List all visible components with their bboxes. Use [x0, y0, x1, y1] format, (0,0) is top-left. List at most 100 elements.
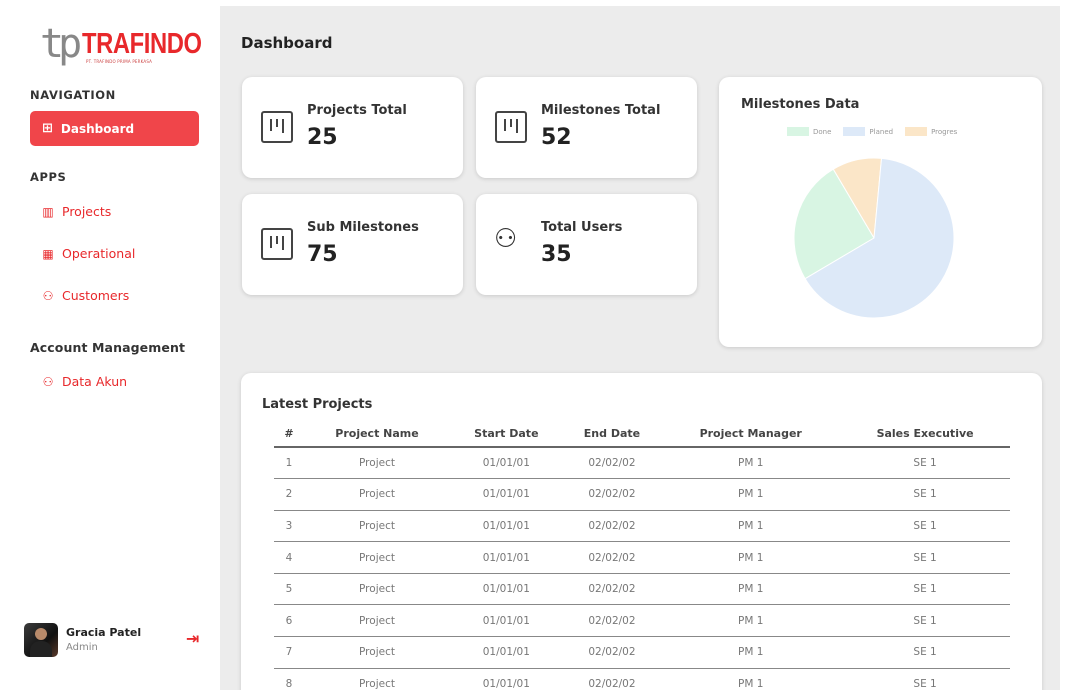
table-cell: 2 — [274, 478, 304, 511]
stat-card-milestones-total[interactable]: Milestones Total 52 — [476, 77, 697, 178]
stat-value: 25 — [307, 125, 338, 150]
logout-icon[interactable]: ⇥ — [186, 629, 199, 648]
stat-label: Projects Total — [307, 103, 407, 118]
stat-value: 52 — [541, 125, 572, 150]
sidebar-item-label: Customers — [62, 288, 130, 303]
column-header[interactable]: End Date — [562, 421, 662, 448]
table-cell: SE 1 — [840, 604, 1010, 638]
grid-icon: ⊞ — [42, 121, 53, 136]
table-cell: 01/01/01 — [450, 541, 563, 574]
account-section-title: Account Management — [30, 340, 186, 355]
table-cell: PM 1 — [661, 510, 841, 543]
table-cell: SE 1 — [840, 541, 1010, 574]
sidebar-item-projects[interactable]: ▥ Projects — [41, 204, 111, 219]
table-cell: SE 1 — [840, 668, 1010, 690]
table-cell: 02/02/02 — [562, 636, 662, 669]
table-cell: 02/02/02 — [562, 573, 662, 606]
sidebar-item-dashboard[interactable]: ⊞ Dashboard — [30, 111, 199, 146]
table-cell: 3 — [274, 510, 304, 543]
sidebar-item-operational[interactable]: ▦ Operational — [41, 246, 135, 261]
sidebar-item-label: Dashboard — [60, 121, 135, 136]
table-row[interactable]: 4 Project 01/01/01 02/02/02 PM 1 SE 1 — [274, 541, 1010, 574]
table-cell: 02/02/02 — [562, 447, 662, 480]
table-cell: SE 1 — [840, 636, 1010, 669]
sidebar-item-data-akun[interactable]: ⚇ Data Akun — [41, 374, 127, 389]
users-icon: ⚇ — [494, 224, 518, 254]
milestones-chart-card: Milestones Data Done Planed Progres — [719, 77, 1042, 347]
table-cell: Project — [304, 478, 450, 511]
table-cell: PM 1 — [661, 541, 841, 574]
table-cell: 5 — [274, 573, 304, 606]
table-cell: 8 — [274, 668, 304, 690]
table-cell: 1 — [274, 447, 304, 480]
stat-card-projects-total[interactable]: Projects Total 25 — [242, 77, 463, 178]
table-cell: PM 1 — [661, 636, 841, 669]
table-cell: 01/01/01 — [450, 573, 563, 606]
table-cell: Project — [304, 510, 450, 543]
table-row[interactable]: 3 Project 01/01/01 02/02/02 PM 1 SE 1 — [274, 510, 1010, 543]
board-icon: ▥ — [42, 204, 54, 219]
table-row[interactable]: 1 Project 01/01/01 02/02/02 PM 1 SE 1 — [274, 447, 1010, 480]
stat-card-sub-milestones[interactable]: Sub Milestones 75 — [242, 194, 463, 295]
table-cell: 02/02/02 — [562, 668, 662, 690]
column-header[interactable]: Project Name — [304, 421, 450, 448]
stat-card-total-users[interactable]: ⚇ Total Users 35 — [476, 194, 697, 295]
table-cell: Project — [304, 668, 450, 690]
table-cell: Project — [304, 604, 450, 638]
sidebar-item-label: Projects — [62, 204, 112, 219]
stat-label: Total Users — [541, 220, 623, 235]
sidebar-item-customers[interactable]: ⚇ Customers — [41, 288, 130, 303]
user-profile: Gracia Patel Admin ⇥ — [24, 623, 214, 663]
table-cell: Project — [304, 447, 450, 480]
table-row[interactable]: 5 Project 01/01/01 02/02/02 PM 1 SE 1 — [274, 573, 1010, 606]
board-icon — [261, 111, 293, 143]
stat-value: 35 — [541, 242, 572, 267]
legend-item-planed[interactable]: Planed — [843, 127, 893, 136]
table-cell: PM 1 — [661, 447, 841, 480]
table-cell: 01/01/01 — [450, 447, 563, 480]
pie-chart — [793, 157, 955, 319]
table-title: Latest Projects — [262, 397, 373, 412]
main-content: Dashboard Projects Total 25 Milestones T… — [220, 6, 1060, 690]
table-cell: 01/01/01 — [450, 604, 563, 638]
column-header[interactable]: Project Manager — [661, 421, 841, 448]
table-cell: 01/01/01 — [450, 636, 563, 669]
table-cell: 02/02/02 — [562, 604, 662, 638]
stat-label: Sub Milestones — [307, 220, 419, 235]
legend-label: Progres — [931, 127, 958, 136]
column-header[interactable]: Sales Executive — [840, 421, 1010, 448]
table-cell: PM 1 — [661, 573, 841, 606]
legend-item-done[interactable]: Done — [787, 127, 831, 136]
users-icon: ⚇ — [42, 288, 54, 303]
company-logo[interactable]: tp TRAFINDO PT. TRAFINDO PRIMA PERKASA — [40, 21, 202, 68]
sidebar: tp TRAFINDO PT. TRAFINDO PRIMA PERKASA N… — [10, 6, 218, 690]
logo-mark: tp — [40, 21, 82, 67]
table-cell: SE 1 — [840, 573, 1010, 606]
table-cell: Project — [304, 573, 450, 606]
sidebar-item-label: Data Akun — [62, 374, 128, 389]
chart-legend: Done Planed Progres — [787, 127, 963, 136]
table-cell: 4 — [274, 541, 304, 574]
table-row[interactable]: 8 Project 01/01/01 02/02/02 PM 1 SE 1 — [274, 668, 1010, 690]
table-cell: PM 1 — [661, 478, 841, 511]
table-row[interactable]: 6 Project 01/01/01 02/02/02 PM 1 SE 1 — [274, 604, 1010, 638]
table-cell: 01/01/01 — [450, 510, 563, 543]
apps-section-title: APPS — [30, 170, 67, 184]
table-row[interactable]: 2 Project 01/01/01 02/02/02 PM 1 SE 1 — [274, 478, 1010, 511]
table-cell: PM 1 — [661, 668, 841, 690]
column-header[interactable]: # — [274, 421, 304, 448]
latest-projects-card: Latest Projects # Project Name Start Dat… — [241, 373, 1042, 690]
table-cell: 7 — [274, 636, 304, 669]
table-row[interactable]: 7 Project 01/01/01 02/02/02 PM 1 SE 1 — [274, 636, 1010, 669]
projects-table: # Project Name Start Date End Date Proje… — [274, 421, 1010, 690]
legend-item-progres[interactable]: Progres — [905, 127, 957, 136]
user-name: Gracia Patel — [66, 626, 142, 639]
users-icon: ⚇ — [42, 374, 54, 389]
table-cell: 02/02/02 — [562, 510, 662, 543]
logo-tagline: PT. TRAFINDO PRIMA PERKASA — [86, 59, 153, 64]
table-cell: SE 1 — [840, 447, 1010, 480]
nav-section-title: NAVIGATION — [30, 88, 116, 102]
column-header[interactable]: Start Date — [450, 421, 563, 448]
table-cell: 01/01/01 — [450, 668, 563, 690]
avatar[interactable] — [24, 623, 58, 657]
